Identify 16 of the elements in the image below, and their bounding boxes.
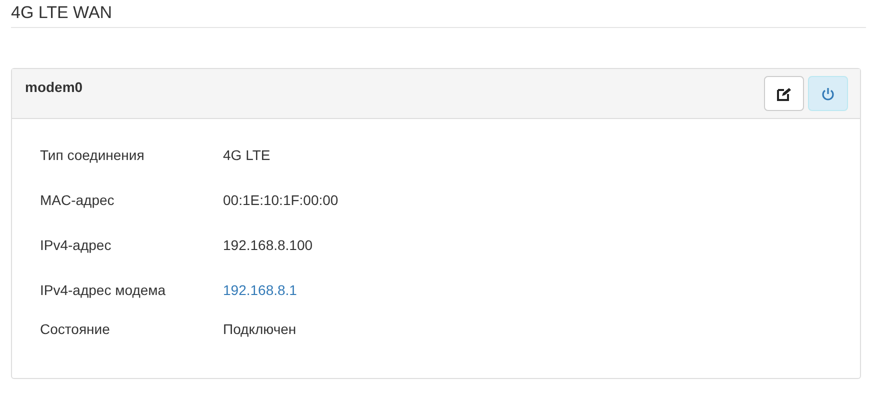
field-label: Тип соединения <box>40 147 146 164</box>
panel-title: modem0 <box>25 79 83 96</box>
field-value: 4G LTE <box>223 147 270 164</box>
power-icon <box>821 86 835 100</box>
field-label: MAC-адрес <box>40 192 116 209</box>
edit-button[interactable] <box>764 76 804 111</box>
field-label: IPv4-адрес модема <box>40 282 167 299</box>
power-button[interactable] <box>808 76 848 111</box>
field-value: Подключен <box>223 321 296 338</box>
modem-address-link[interactable]: 192.168.8.1 <box>223 282 297 299</box>
field-value: 00:1E:10:1F:00:00 <box>223 192 338 209</box>
page-title: 4G LTE WAN <box>11 3 114 23</box>
field-label: Состояние <box>40 321 111 338</box>
field-value: 192.168.8.100 <box>223 237 313 254</box>
field-label: IPv4-адрес <box>40 237 112 254</box>
edit-icon <box>777 86 791 100</box>
